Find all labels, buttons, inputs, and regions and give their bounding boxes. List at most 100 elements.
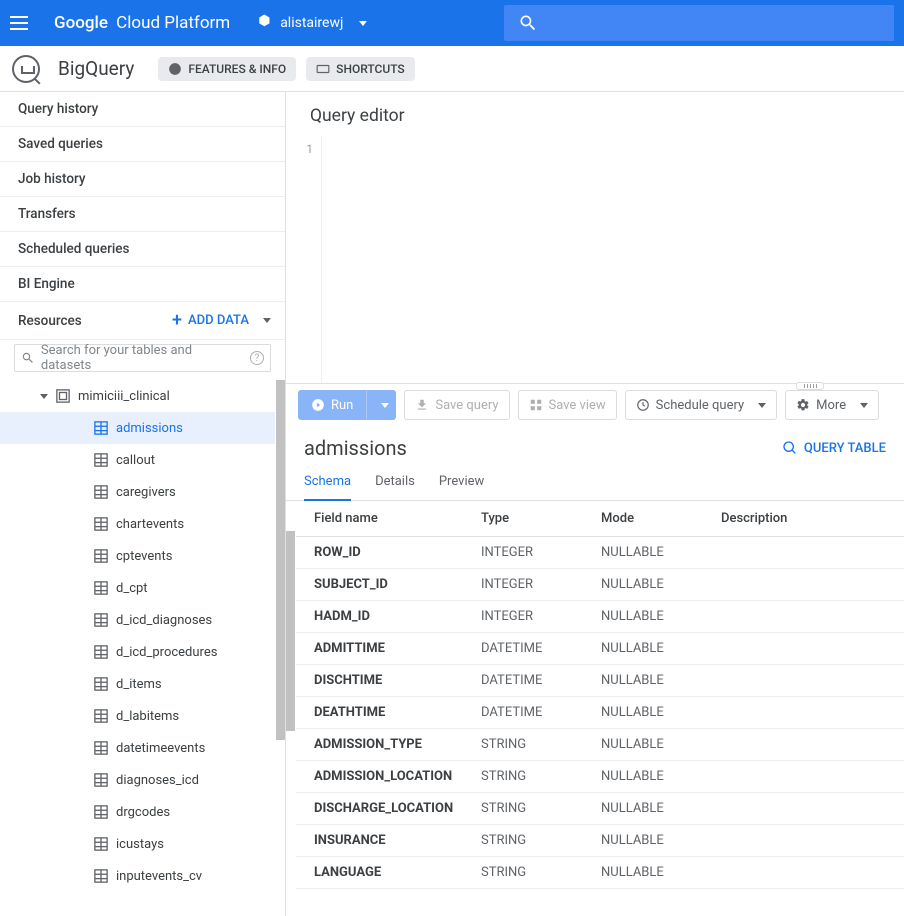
schema-row: ADMITTIMEDATETIMENULLABLE: [296, 633, 904, 665]
table-icon: [94, 805, 108, 819]
clock-icon: [636, 398, 650, 412]
schema-row: DISCHARGE_LOCATIONSTRINGNULLABLE: [296, 793, 904, 825]
query-editor[interactable]: 1: [286, 136, 904, 384]
resize-handle[interactable]: [796, 382, 824, 390]
save-query-label: Save query: [435, 398, 498, 413]
menu-icon[interactable]: [10, 11, 34, 35]
tab-schema[interactable]: Schema: [304, 474, 351, 501]
chip-label: FEATURES & INFO: [188, 62, 286, 76]
search-icon: [518, 13, 538, 33]
sidebar-link-job-history[interactable]: Job history: [0, 162, 285, 197]
save-query-button[interactable]: Save query: [404, 390, 509, 420]
project-picker[interactable]: alistairewj: [258, 15, 367, 31]
resource-tree: mimiciii_clinical admissionscalloutcareg…: [0, 380, 285, 916]
table-row-diagnoses_icd[interactable]: diagnoses_icd: [0, 764, 275, 796]
tree-scrollbar[interactable]: [276, 380, 285, 916]
page-title: BigQuery: [58, 57, 134, 80]
save-view-button[interactable]: Save view: [518, 390, 617, 420]
table-row-icustays[interactable]: icustays: [0, 828, 275, 860]
table-icon: [94, 421, 108, 435]
field-desc: [711, 569, 904, 601]
table-row-d_icd_procedures[interactable]: d_icd_procedures: [0, 636, 275, 668]
field-mode: NULLABLE: [591, 825, 711, 857]
content-area: Query editor 1 Run Save query Save view: [286, 92, 904, 916]
table-icon: [94, 549, 108, 563]
more-button[interactable]: More: [785, 390, 879, 420]
line-number: 1: [286, 142, 313, 156]
query-table-button[interactable]: QUERY TABLE: [782, 440, 886, 456]
keyboard-icon: [316, 62, 330, 76]
field-name: ROW_ID: [296, 537, 471, 569]
chevron-down-icon: [758, 403, 766, 408]
col-description: Description: [711, 501, 904, 537]
table-icon: [94, 709, 108, 723]
field-desc: [711, 697, 904, 729]
sidebar-link-bi-engine[interactable]: BI Engine: [0, 267, 285, 302]
table-row-callout[interactable]: callout: [0, 444, 275, 476]
expand-icon: [40, 394, 48, 399]
table-name: diagnoses_icd: [116, 773, 199, 788]
sidebar: Query historySaved queriesJob historyTra…: [0, 92, 286, 916]
query-table-label: QUERY TABLE: [804, 441, 886, 456]
run-button[interactable]: Run: [298, 390, 366, 420]
table-icon: [94, 453, 108, 467]
help-icon[interactable]: ?: [250, 351, 264, 365]
field-desc: [711, 601, 904, 633]
tab-preview[interactable]: Preview: [439, 474, 484, 500]
field-type: DATETIME: [471, 633, 591, 665]
field-type: STRING: [471, 793, 591, 825]
features-info-chip[interactable]: FEATURES & INFO: [158, 57, 296, 81]
field-type: STRING: [471, 729, 591, 761]
table-row-d_items[interactable]: d_items: [0, 668, 275, 700]
schema-scrollbar[interactable]: [286, 531, 295, 731]
table-name: icustays: [116, 837, 164, 852]
sidebar-link-transfers[interactable]: Transfers: [0, 197, 285, 232]
table-row-chartevents[interactable]: chartevents: [0, 508, 275, 540]
run-label: Run: [331, 398, 353, 413]
gcp-logo[interactable]: Google Cloud Platform: [54, 13, 230, 33]
table-icon: [94, 485, 108, 499]
col-type: Type: [471, 501, 591, 537]
editor-body[interactable]: [322, 136, 904, 383]
field-mode: NULLABLE: [591, 665, 711, 697]
table-row-d_icd_diagnoses[interactable]: d_icd_diagnoses: [0, 604, 275, 636]
field-desc: [711, 857, 904, 889]
table-row-datetimeevents[interactable]: datetimeevents: [0, 732, 275, 764]
table-icon: [94, 869, 108, 883]
table-row-admissions[interactable]: admissions: [0, 412, 275, 444]
field-mode: NULLABLE: [591, 633, 711, 665]
sidebar-link-query-history[interactable]: Query history: [0, 92, 285, 127]
table-row-d_cpt[interactable]: d_cpt: [0, 572, 275, 604]
col-mode: Mode: [591, 501, 711, 537]
editor-toolbar: Run Save query Save view Schedule query …: [286, 384, 904, 426]
resource-search-input[interactable]: Search for your tables and datasets ?: [14, 344, 271, 372]
table-row-inputevents_cv[interactable]: inputevents_cv: [0, 860, 275, 892]
shortcuts-chip[interactable]: SHORTCUTS: [306, 57, 415, 81]
chevron-down-icon: [381, 403, 389, 408]
schema-table: Field nameTypeModeDescription ROW_IDINTE…: [296, 501, 904, 889]
global-search[interactable]: [504, 5, 894, 41]
field-desc: [711, 537, 904, 569]
sidebar-link-scheduled-queries[interactable]: Scheduled queries: [0, 232, 285, 267]
grid-icon: [529, 398, 543, 412]
table-row-caregivers[interactable]: caregivers: [0, 476, 275, 508]
run-dropdown[interactable]: [366, 390, 396, 420]
schedule-query-button[interactable]: Schedule query: [625, 390, 777, 420]
field-type: INTEGER: [471, 569, 591, 601]
dataset-row[interactable]: mimiciii_clinical: [0, 380, 275, 412]
search-icon: [21, 351, 35, 365]
field-name: ADMITTIME: [296, 633, 471, 665]
tab-details[interactable]: Details: [375, 474, 415, 500]
add-data-button[interactable]: + ADD DATA: [172, 310, 271, 331]
schema-row: LANGUAGESTRINGNULLABLE: [296, 857, 904, 889]
table-row-cptevents[interactable]: cptevents: [0, 540, 275, 572]
sidebar-link-saved-queries[interactable]: Saved queries: [0, 127, 285, 162]
field-mode: NULLABLE: [591, 601, 711, 633]
chip-label: SHORTCUTS: [336, 62, 405, 76]
table-row-d_labitems[interactable]: d_labitems: [0, 700, 275, 732]
col-field-name: Field name: [296, 501, 471, 537]
schema-row: ROW_IDINTEGERNULLABLE: [296, 537, 904, 569]
field-name: DISCHTIME: [296, 665, 471, 697]
table-row-drgcodes[interactable]: drgcodes: [0, 796, 275, 828]
more-label: More: [816, 398, 846, 413]
